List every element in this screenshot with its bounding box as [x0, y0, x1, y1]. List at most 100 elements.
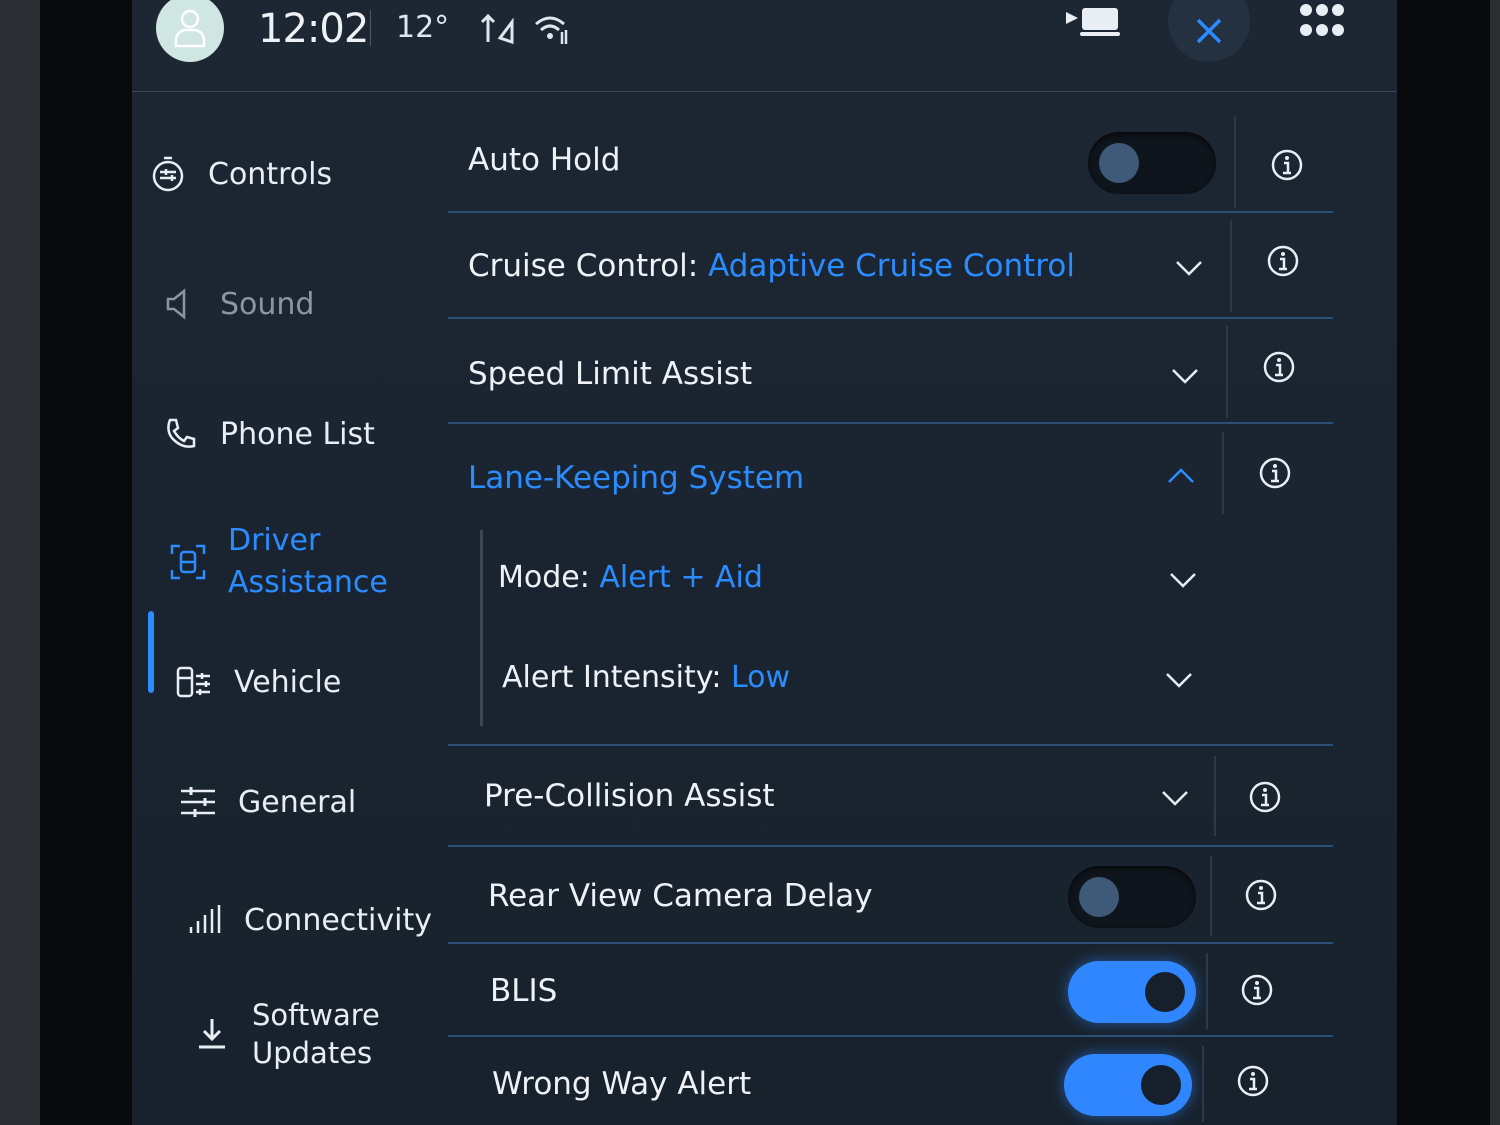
sidebar-item-sound[interactable]: Sound — [158, 282, 314, 326]
row-divider — [448, 1035, 1333, 1037]
chevron-down-icon[interactable] — [1168, 570, 1198, 590]
setting-row-wrong-way-alert: Wrong Way Alert — [448, 1038, 1333, 1125]
close-icon — [1196, 18, 1222, 44]
row-divider — [448, 422, 1333, 424]
info-icon[interactable] — [1266, 244, 1300, 278]
sub-options-indent-bar — [480, 530, 483, 726]
chevron-down-icon[interactable] — [1160, 788, 1190, 808]
row-separator — [1222, 432, 1224, 514]
close-button[interactable] — [1168, 0, 1250, 62]
sidebar-label-phone-list: Phone List — [220, 416, 375, 452]
controls-icon — [146, 152, 190, 196]
sidebar-label-driver: Driver — [228, 523, 321, 558]
setting-row-cruise-control[interactable]: Cruise Control: Adaptive Cruise Control — [448, 214, 1333, 318]
chevron-down-icon[interactable] — [1164, 670, 1194, 690]
setting-row-auto-hold: Auto Hold — [448, 110, 1333, 214]
setting-row-lane-keeping-system[interactable]: Lane-Keeping System — [448, 426, 1333, 526]
pre-collision-label: Pre-Collision Assist — [484, 778, 775, 814]
rear-camera-label: Rear View Camera Delay — [488, 878, 873, 914]
toggle-knob — [1099, 143, 1139, 183]
blis-toggle[interactable] — [1068, 961, 1196, 1023]
sidebar-item-driver-assistance[interactable]: Driver Assistance — [166, 520, 388, 604]
active-indicator — [148, 611, 154, 693]
row-separator — [1226, 326, 1228, 418]
setting-row-lane-keeping-mode[interactable]: Mode: Alert + Aid — [448, 540, 1333, 630]
cruise-control-label: Cruise Control: — [468, 248, 699, 284]
phone-icon — [158, 412, 202, 456]
sidebar-item-connectivity[interactable]: Connectivity — [182, 898, 432, 942]
sidebar-label-controls: Controls — [208, 156, 333, 192]
row-divider — [448, 845, 1333, 847]
wrong-way-toggle[interactable] — [1064, 1054, 1192, 1116]
setting-row-alert-intensity[interactable]: Alert Intensity: Low — [448, 640, 1333, 730]
driver-assist-icon — [166, 540, 210, 584]
row-separator — [1202, 1046, 1204, 1122]
setting-row-rear-view-camera-delay: Rear View Camera Delay — [448, 848, 1333, 944]
info-icon[interactable] — [1248, 780, 1282, 814]
chevron-down-icon[interactable] — [1170, 366, 1200, 386]
sidebar-item-software-updates[interactable]: Software Updates — [190, 996, 380, 1072]
info-icon[interactable] — [1262, 350, 1296, 384]
auto-hold-toggle[interactable] — [1088, 132, 1216, 194]
sidebar-label-sound: Sound — [220, 286, 315, 322]
auto-hold-label: Auto Hold — [468, 142, 621, 178]
sidebar-label-updates: Updates — [252, 1036, 373, 1070]
info-icon[interactable] — [1258, 456, 1292, 490]
status-bar: 12:02 12° — [132, 0, 1397, 92]
status-separator — [370, 10, 371, 46]
alert-intensity-value: Low — [731, 660, 791, 695]
info-icon[interactable] — [1240, 973, 1274, 1007]
apps-grid-icon[interactable] — [1298, 2, 1350, 42]
sidebar-label-connectivity: Connectivity — [244, 902, 432, 938]
speaker-icon — [158, 282, 202, 326]
clock: 12:02 — [258, 6, 369, 52]
sidebar-item-vehicle[interactable]: Vehicle — [172, 660, 341, 704]
sidebar-item-general[interactable]: General — [176, 780, 356, 824]
row-separator — [1214, 756, 1216, 836]
row-divider — [448, 942, 1333, 944]
user-avatar-icon[interactable] — [156, 0, 224, 62]
speed-limit-assist-label: Speed Limit Assist — [468, 356, 753, 392]
settings-sidebar: Controls Sound Phone List Driver Assista… — [132, 92, 432, 1125]
lk-mode-label: Mode: — [498, 560, 590, 595]
row-separator — [1234, 116, 1236, 208]
sidebar-item-controls[interactable]: Controls — [146, 152, 332, 196]
cruise-control-value: Adaptive Cruise Control — [708, 248, 1075, 284]
sidebar-label-vehicle: Vehicle — [234, 664, 342, 700]
rear-camera-toggle[interactable] — [1068, 866, 1196, 928]
toggle-knob — [1145, 972, 1185, 1012]
vehicle-icon — [172, 660, 216, 704]
sidebar-label-general: General — [238, 784, 357, 820]
sidebar-label-software: Software — [252, 998, 380, 1032]
row-separator — [1210, 856, 1212, 936]
toggle-knob — [1141, 1065, 1181, 1105]
setting-row-speed-limit-assist[interactable]: Speed Limit Assist — [448, 320, 1333, 424]
row-separator — [1230, 220, 1232, 312]
download-icon — [190, 1012, 234, 1056]
row-divider — [448, 211, 1333, 213]
blis-label: BLIS — [490, 973, 558, 1009]
info-icon[interactable] — [1270, 148, 1304, 182]
alert-intensity-label: Alert Intensity: — [502, 660, 722, 695]
outside-temperature: 12° — [396, 10, 450, 45]
row-divider — [448, 317, 1333, 319]
sidebar-item-phone-list[interactable]: Phone List — [158, 412, 375, 456]
info-icon[interactable] — [1236, 1064, 1270, 1098]
chevron-up-icon[interactable] — [1166, 466, 1196, 486]
row-separator — [1206, 953, 1208, 1029]
data-transfer-icon — [480, 13, 514, 45]
wrong-way-label: Wrong Way Alert — [492, 1066, 752, 1102]
camera-icon[interactable] — [1064, 4, 1120, 40]
lk-mode-value: Alert + Aid — [599, 560, 763, 595]
infotainment-screen: 12:02 12° Controls Sound Phone List Driv… — [132, 0, 1397, 1125]
toggle-knob — [1079, 877, 1119, 917]
chevron-down-icon[interactable] — [1174, 258, 1204, 278]
lane-keeping-label: Lane-Keeping System — [468, 460, 805, 496]
wifi-icon — [535, 16, 568, 44]
setting-row-pre-collision-assist[interactable]: Pre-Collision Assist — [448, 746, 1333, 846]
signal-icon — [182, 898, 226, 942]
setting-row-blis: BLIS — [448, 945, 1333, 1037]
sliders-icon — [176, 780, 220, 824]
info-icon[interactable] — [1244, 878, 1278, 912]
sidebar-label-assistance: Assistance — [228, 565, 388, 600]
